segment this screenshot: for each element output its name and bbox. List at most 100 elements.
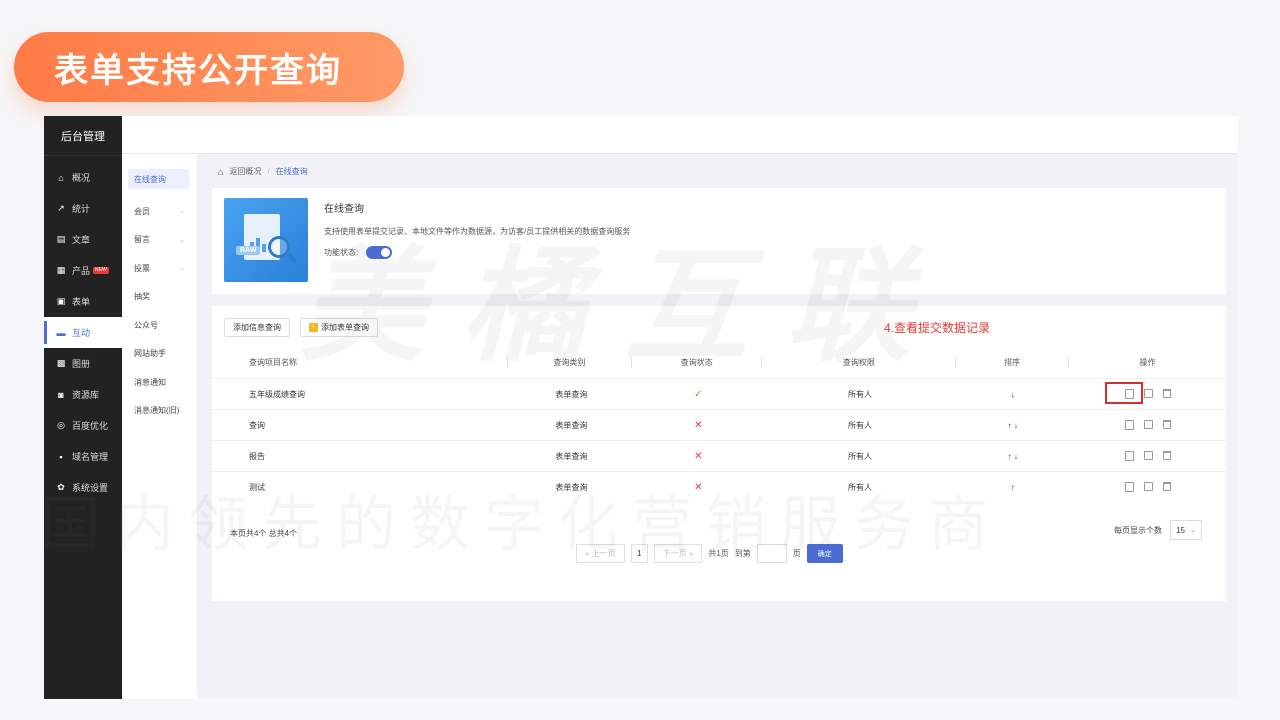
table-row: 查询 表单查询 ✕ 所有人 ↑ ↓ (212, 409, 1226, 440)
breadcrumb-back-link[interactable]: 返回概况 (229, 166, 261, 177)
chevron-down-icon: ⌄ (179, 236, 185, 244)
subnav-item-member[interactable]: 会员 ⌄ (122, 197, 197, 226)
add-info-query-button[interactable]: 添加信息查询 (224, 318, 290, 337)
main-content: ⌂ 返回概况 / 在线查询 RAW 在线查询 支持使用表单提交记录、本地文件等作… (198, 154, 1238, 699)
subnav-item-message[interactable]: 留言 ⌄ (122, 226, 197, 255)
sidebar-item-resources[interactable]: ◙ 资源库 (44, 379, 122, 410)
sidebar-item-article[interactable]: ▤ 文章 (44, 224, 122, 255)
per-page-label: 每页显示个数 (1114, 525, 1162, 535)
cell-state: ✕ (694, 450, 703, 462)
prev-page-button[interactable]: « 上一页 (576, 544, 625, 563)
home-icon: ⌂ (218, 166, 224, 177)
sidebar-item-interact[interactable]: ▬ 互动 (44, 317, 122, 348)
gear-icon: ✿ (57, 482, 65, 492)
breadcrumb-separator: / (267, 167, 270, 176)
sidebar-item-label: 百度优化 (72, 421, 109, 431)
edit-icon[interactable] (1143, 389, 1153, 398)
trash-icon[interactable] (1162, 451, 1171, 460)
subnav-item-label: 投票 (134, 263, 150, 273)
home-icon: ⌂ (58, 172, 64, 183)
per-page-select[interactable]: 15 ⌄ (1170, 520, 1202, 540)
per-page-value: 15 (1176, 525, 1185, 535)
subnav-item-online-query[interactable]: 在线查询 (128, 169, 189, 189)
sidebar-item-domain[interactable]: ▪ 域名管理 (44, 441, 122, 472)
goto-page-input[interactable] (756, 544, 787, 563)
sidebar-brand: 后台管理 (44, 116, 122, 156)
sidebar-item-product[interactable]: ▦ 产品 NEW (44, 255, 122, 286)
view-records-icon[interactable] (1124, 482, 1134, 492)
sidebar-item-settings[interactable]: ✿ 系统设置 (44, 472, 122, 503)
breadcrumb-current: 在线查询 (275, 167, 308, 176)
product-icon: ▦ (56, 265, 66, 275)
subnav-item-notification-old[interactable]: 消息通知(旧) (122, 397, 197, 426)
cell-actions (1069, 389, 1226, 399)
chevron-down-icon: ⌄ (179, 208, 185, 216)
subnav-item-official-account[interactable]: 公众号 (122, 311, 197, 340)
admin-app: 后台管理 ⌂ 概况 ↗ 统计 ▤ 文章 ▦ 产品 NEW ▣ 表单 ▬ 互动 ▩ 图册 ◙ 资源库… (44, 116, 1238, 699)
cell-sort-arrows[interactable]: ↑ (957, 483, 1068, 492)
intro-title: 在线查询 (324, 204, 364, 215)
sidebar-item-seo[interactable]: ◎ 百度优化 (44, 410, 122, 441)
page-unit: 页 (792, 549, 801, 558)
edit-icon[interactable] (1143, 451, 1153, 460)
cell-permission: 所有人 (848, 420, 872, 430)
header-name: 查询项目名称 (249, 357, 297, 367)
subnav-item-label: 留言 (134, 235, 150, 245)
sidebar-item-label: 系统设置 (72, 483, 109, 493)
subnav-item-label: 消息通知 (134, 377, 166, 387)
pagination: « 上一页 1 下一页 » 共1页 到第 页 确定 (576, 544, 843, 563)
raw-tag: RAW (236, 246, 261, 255)
cell-state: ✕ (694, 419, 703, 431)
album-icon: ▩ (56, 358, 66, 368)
view-records-icon[interactable] (1124, 420, 1134, 430)
confirm-button[interactable]: 确定 (806, 544, 843, 563)
sidebar-item-overview[interactable]: ⌂ 概况 (44, 162, 122, 193)
sidebar-item-label: 资源库 (72, 390, 100, 400)
cell-sort-arrows[interactable]: ↑ ↓ (957, 452, 1068, 461)
subnav-item-label: 会员 (134, 206, 150, 216)
cell-state: ✓ (694, 388, 703, 400)
subnav-item-label: 消息通知(旧) (134, 406, 180, 416)
next-page-button[interactable]: 下一页 » (653, 544, 703, 563)
per-page: 每页显示个数 15 ⌄ (1114, 520, 1202, 540)
page-summary: 本页共4个 总共4个 (230, 529, 298, 538)
cell-name: 查询 (249, 420, 265, 430)
subnav-item-vote[interactable]: 投票 ⌄ (122, 254, 197, 283)
new-badge: NEW (93, 267, 109, 274)
cell-type: 表单查询 (555, 389, 588, 399)
sidebar-item-label: 产品 (72, 266, 91, 276)
subnav-item-site-assistant[interactable]: 网站助手 (122, 340, 197, 369)
status-toggle[interactable] (366, 246, 393, 259)
cell-actions (1069, 420, 1226, 430)
sidebar: 后台管理 ⌂ 概况 ↗ 统计 ▤ 文章 ▦ 产品 NEW ▣ 表单 ▬ 互动 ▩ 图册 ◙ 资源库… (44, 116, 122, 699)
cell-state: ✕ (694, 481, 703, 493)
banner-title: 表单支持公开查询 (54, 51, 342, 90)
intro-card: RAW 在线查询 支持使用表单提交记录、本地文件等作为数据源，为访客/员工提供相… (212, 188, 1226, 294)
total-pages: 共1页 (708, 549, 729, 558)
page-number[interactable]: 1 (630, 544, 648, 563)
trash-icon[interactable] (1162, 389, 1171, 398)
trash-icon[interactable] (1162, 420, 1171, 429)
sidebar-nav: ⌂ 概况 ↗ 统计 ▤ 文章 ▦ 产品 NEW ▣ 表单 ▬ 互动 ▩ 图册 ◙ 资源库 ◎ 百度优… (44, 156, 122, 503)
sidebar-item-album[interactable]: ▩ 图册 (44, 348, 122, 379)
subnav-item-label: 在线查询 (134, 174, 166, 184)
sidebar-item-form[interactable]: ▣ 表单 (44, 286, 122, 317)
chevron-down-icon: ⌄ (1190, 527, 1196, 534)
breadcrumb: ⌂ 返回概况 / 在线查询 (218, 166, 308, 177)
cell-sort-arrows[interactable]: ↓ (957, 390, 1068, 399)
query-list-card: 添加信息查询 + 添加表单查询 4.查看提交数据记录 查询项目名称 查询类别 查询… (212, 306, 1226, 601)
view-records-icon[interactable] (1124, 451, 1134, 461)
sidebar-item-stats[interactable]: ↗ 统计 (44, 193, 122, 224)
cell-sort-arrows[interactable]: ↑ ↓ (957, 421, 1068, 430)
trash-icon[interactable] (1162, 482, 1171, 491)
button-label: 添加信息查询 (233, 323, 281, 332)
edit-icon[interactable] (1143, 420, 1153, 429)
cell-type: 表单查询 (555, 451, 588, 461)
subnav-item-lottery[interactable]: 抽奖 (122, 283, 197, 312)
domain-icon: ▪ (59, 451, 63, 462)
table-row: 报告 表单查询 ✕ 所有人 ↑ ↓ (212, 440, 1226, 471)
edit-icon[interactable] (1143, 482, 1153, 491)
add-form-query-button[interactable]: + 添加表单查询 (300, 318, 378, 337)
seo-icon: ◎ (57, 420, 65, 430)
subnav-item-notification[interactable]: 消息通知 (122, 368, 197, 397)
